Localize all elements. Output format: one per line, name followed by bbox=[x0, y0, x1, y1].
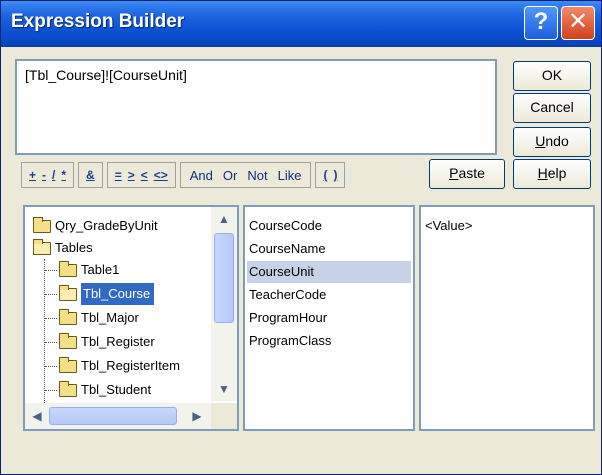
paren-operators: ( ) bbox=[315, 162, 346, 188]
op-divide[interactable]: / bbox=[49, 168, 58, 182]
scroll-up-icon[interactable]: ▲ bbox=[213, 209, 235, 229]
tree-connector bbox=[44, 259, 45, 411]
op-less[interactable]: < bbox=[138, 168, 151, 182]
tree-item-label: Tbl_Student bbox=[81, 382, 152, 397]
tree-item-label: Tbl_Register bbox=[81, 334, 155, 349]
help-accel: H bbox=[537, 165, 548, 181]
op-plus[interactable]: + bbox=[26, 168, 39, 182]
tree-connector bbox=[45, 318, 57, 319]
object-tree-pane[interactable]: Qry_GradeByUnit Tables Table1 Tbl_Course… bbox=[23, 205, 239, 431]
cancel-button[interactable]: Cancel bbox=[513, 93, 591, 123]
tree-connector bbox=[45, 342, 57, 343]
expression-builder-window: Expression Builder ? ✕ [Tbl_Course]![Cou… bbox=[0, 0, 602, 475]
scroll-left-icon[interactable]: ◀ bbox=[27, 406, 47, 426]
folder-icon bbox=[59, 332, 77, 349]
tree-connector bbox=[45, 270, 57, 271]
op-equals[interactable]: = bbox=[112, 168, 125, 182]
tree-item-tbl-course[interactable]: Tbl_Course bbox=[59, 283, 155, 305]
field-item[interactable]: ProgramClass bbox=[249, 330, 331, 352]
value-item[interactable]: <Value> bbox=[425, 215, 472, 237]
tree-item-tbl-major[interactable]: Tbl_Major bbox=[59, 307, 139, 329]
op-multiply[interactable]: * bbox=[58, 168, 69, 182]
fields-list-pane[interactable]: CourseCode CourseName CourseUnit Teacher… bbox=[243, 205, 415, 431]
help-label: elp bbox=[547, 165, 567, 181]
scroll-right-icon[interactable]: ▶ bbox=[187, 406, 207, 426]
tree-item-label: Qry_GradeByUnit bbox=[55, 218, 158, 233]
field-item[interactable]: CourseCode bbox=[249, 215, 322, 237]
tree-item-label: Tbl_RegisterItem bbox=[81, 358, 180, 373]
tree-item-tbl-student[interactable]: Tbl_Student bbox=[59, 379, 151, 401]
tree-item-table1[interactable]: Table1 bbox=[59, 259, 119, 281]
op-and[interactable]: And bbox=[185, 168, 218, 183]
logic-operators: And Or Not Like bbox=[179, 162, 312, 188]
op-open-paren[interactable]: ( bbox=[320, 168, 330, 182]
field-item[interactable]: TeacherCode bbox=[249, 284, 326, 306]
tree-connector bbox=[45, 294, 57, 295]
scroll-thumb[interactable] bbox=[214, 233, 234, 323]
operator-toolbar: + - / * & = > < <> And Or Not Like ( ) bbox=[21, 161, 349, 189]
field-item-selected[interactable]: CourseUnit bbox=[247, 261, 411, 283]
tree-vertical-scrollbar[interactable]: ▲ ▼ bbox=[211, 207, 237, 401]
op-minus[interactable]: - bbox=[39, 168, 49, 182]
op-close-paren[interactable]: ) bbox=[330, 168, 340, 182]
folder-icon bbox=[59, 380, 77, 397]
field-item[interactable]: ProgramHour bbox=[249, 307, 327, 329]
op-greater[interactable]: > bbox=[125, 168, 138, 182]
op-concat[interactable]: & bbox=[83, 168, 98, 182]
scroll-thumb[interactable] bbox=[49, 407, 177, 425]
tree-item-label: Tbl_Major bbox=[81, 310, 139, 325]
arith-operators: + - / * bbox=[21, 162, 75, 188]
scrollbar-corner bbox=[211, 403, 237, 429]
op-or[interactable]: Or bbox=[218, 168, 242, 183]
scroll-down-icon[interactable]: ▼ bbox=[213, 379, 235, 399]
tree-item-qry-gradebyunit[interactable]: Qry_GradeByUnit bbox=[33, 215, 158, 237]
tree-item-tbl-registeritem[interactable]: Tbl_RegisterItem bbox=[59, 355, 180, 377]
undo-accel: U bbox=[535, 133, 546, 149]
op-not[interactable]: Not bbox=[242, 168, 272, 183]
undo-label: ndo bbox=[545, 133, 569, 149]
values-list-pane[interactable]: <Value> bbox=[419, 205, 595, 431]
field-item[interactable]: CourseName bbox=[249, 238, 326, 260]
paste-button[interactable]: Paste bbox=[429, 159, 505, 189]
concat-operators: & bbox=[78, 162, 103, 188]
folder-icon bbox=[33, 216, 51, 233]
folder-icon bbox=[59, 356, 77, 373]
tree-connector bbox=[45, 366, 57, 367]
folder-open-icon bbox=[59, 284, 77, 301]
paste-label: aste bbox=[458, 165, 485, 181]
folder-open-icon bbox=[33, 238, 51, 255]
folder-icon bbox=[59, 260, 77, 277]
close-icon[interactable]: ✕ bbox=[561, 6, 595, 40]
tree-item-label: Table1 bbox=[81, 262, 120, 277]
ok-button[interactable]: OK bbox=[513, 61, 591, 91]
op-like[interactable]: Like bbox=[273, 168, 307, 183]
tree-connector bbox=[45, 390, 57, 391]
folder-icon bbox=[59, 308, 77, 325]
tree-item-label: Tbl_Course bbox=[81, 283, 155, 305]
title-bar[interactable]: Expression Builder ? ✕ bbox=[1, 1, 601, 47]
compare-operators: = > < <> bbox=[106, 162, 176, 188]
op-not-equal[interactable]: <> bbox=[151, 168, 171, 182]
tree-item-tbl-register[interactable]: Tbl_Register bbox=[59, 331, 155, 353]
tree-horizontal-scrollbar[interactable]: ◀ ▶ bbox=[25, 403, 211, 429]
tree-item-tables[interactable]: Tables bbox=[33, 237, 93, 259]
tree-item-label: Tables bbox=[55, 240, 93, 255]
help-button[interactable]: Help bbox=[513, 159, 591, 189]
undo-button[interactable]: Undo bbox=[513, 127, 591, 157]
help-icon[interactable]: ? bbox=[524, 6, 558, 40]
window-title: Expression Builder bbox=[11, 11, 185, 32]
expression-input[interactable]: [Tbl_Course]![CourseUnit] bbox=[15, 59, 497, 155]
